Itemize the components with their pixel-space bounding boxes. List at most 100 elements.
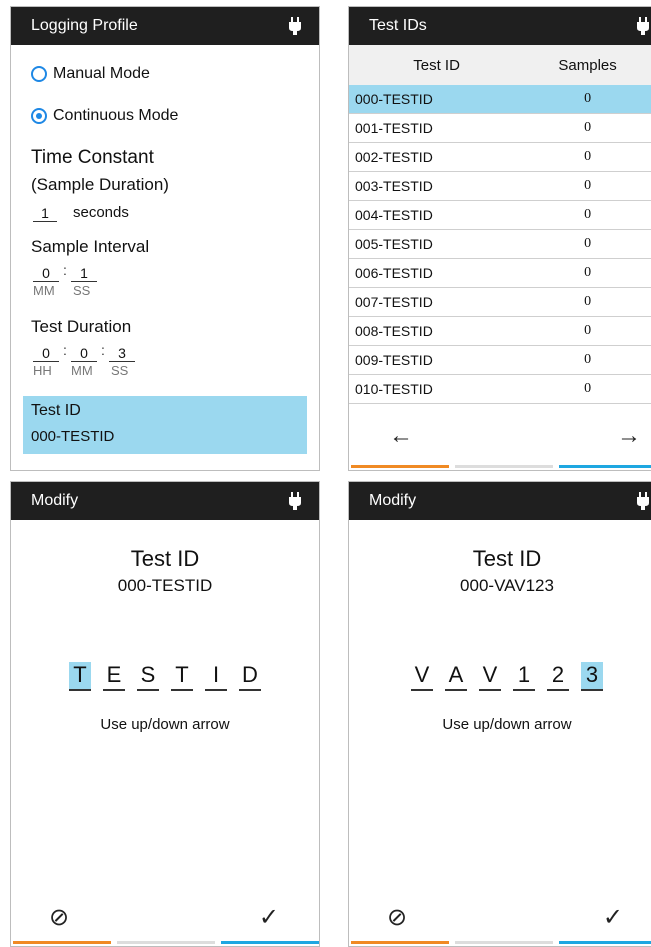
- row-test-id: 000-TESTID: [349, 85, 525, 114]
- row-samples: 0: [524, 287, 651, 317]
- row-test-id: 002-TESTID: [349, 142, 525, 172]
- row-test-id: 005-TESTID: [349, 229, 525, 259]
- character-editor[interactable]: V A V 1 2 3: [349, 662, 651, 691]
- ss-unit-label: SS: [111, 363, 129, 378]
- row-test-id: 004-TESTID: [349, 200, 525, 230]
- test-ids-footer: ← →: [349, 412, 651, 470]
- cancel-icon[interactable]: ⊘: [387, 904, 407, 932]
- logging-profile-titlebar: Logging Profile: [11, 7, 319, 45]
- time-constant-label: Time Constant: [31, 147, 154, 168]
- sample-interval-label: Sample Interval: [31, 237, 150, 256]
- table-row[interactable]: 004-TESTID 0: [349, 200, 651, 230]
- table-row[interactable]: 010-TESTID 0: [349, 374, 651, 404]
- row-test-id: 009-TESTID: [349, 345, 525, 375]
- table-row[interactable]: 000-TESTID 0: [349, 85, 651, 114]
- current-test-id: 000-VAV123: [460, 576, 554, 595]
- row-test-id: 006-TESTID: [349, 258, 525, 288]
- row-samples: 0: [524, 113, 651, 143]
- page-title: Test IDs: [369, 17, 427, 34]
- test-duration-mm-field[interactable]: 0: [71, 345, 97, 362]
- char-slot[interactable]: V: [479, 662, 501, 691]
- sample-interval-ss-field[interactable]: 1: [71, 265, 97, 282]
- arrow-left-icon[interactable]: ←: [389, 422, 413, 450]
- table-header-row: Test ID Samples: [349, 45, 651, 85]
- power-plug-icon: [289, 17, 301, 35]
- sample-interval-mm-field[interactable]: 0: [33, 265, 59, 282]
- page-title: Modify: [369, 492, 417, 509]
- page-title: Modify: [31, 492, 79, 509]
- char-slot[interactable]: S: [137, 662, 159, 691]
- char-slot[interactable]: T: [171, 662, 193, 691]
- checkmark-icon[interactable]: ✓: [603, 904, 623, 932]
- footer-right-bar: [221, 941, 319, 944]
- char-slot[interactable]: 2: [547, 662, 569, 691]
- modify-footer: ⊘ ✓: [11, 896, 319, 946]
- table-row[interactable]: 009-TESTID 0: [349, 345, 651, 375]
- modify-heading: Test ID: [472, 546, 542, 571]
- char-slot[interactable]: D: [239, 662, 261, 691]
- time-separator: :: [101, 342, 105, 358]
- row-test-id: 007-TESTID: [349, 287, 525, 317]
- test-ids-titlebar: Test IDs: [349, 7, 651, 45]
- mm-unit-label: MM: [71, 363, 93, 378]
- row-samples: 0: [524, 200, 651, 230]
- row-samples: 0: [524, 229, 651, 259]
- time-separator: :: [63, 342, 67, 358]
- test-ids-table: Test ID Samples 000-TESTID 0 001-TESTID 0 …: [349, 45, 651, 433]
- table-row[interactable]: 005-TESTID 0: [349, 229, 651, 259]
- table-row[interactable]: 006-TESTID 0: [349, 258, 651, 288]
- footer-right-bar: [559, 941, 651, 944]
- arrow-right-icon[interactable]: →: [617, 422, 641, 450]
- footer-middle-bar: [117, 941, 215, 944]
- table-row[interactable]: 001-TESTID 0: [349, 113, 651, 143]
- time-constant-field[interactable]: 1: [33, 205, 57, 222]
- table-row[interactable]: 008-TESTID 0: [349, 316, 651, 346]
- current-test-id: 000-TESTID: [117, 576, 213, 595]
- radio-selected-icon[interactable]: [31, 108, 47, 124]
- checkmark-icon[interactable]: ✓: [259, 904, 279, 932]
- footer-middle-bar: [455, 465, 553, 468]
- table-row[interactable]: 003-TESTID 0: [349, 171, 651, 201]
- test-id-selector[interactable]: Test ID 000-TESTID: [23, 396, 307, 454]
- time-constant-unit: seconds: [73, 204, 129, 221]
- ss-unit-label: SS: [73, 283, 91, 298]
- logging-profile-panel: Logging Profile Manual Mode Continuous M…: [10, 6, 320, 471]
- char-slot[interactable]: I: [205, 662, 227, 691]
- continuous-mode-radio[interactable]: Continuous Mode: [31, 107, 178, 125]
- modify-footer: ⊘ ✓: [349, 896, 651, 946]
- cancel-icon[interactable]: ⊘: [49, 904, 69, 932]
- char-slot[interactable]: E: [103, 662, 125, 691]
- row-samples: 0: [524, 85, 651, 114]
- footer-left-bar: [351, 465, 449, 468]
- table-row[interactable]: 007-TESTID 0: [349, 287, 651, 317]
- radio-unselected-icon[interactable]: [31, 66, 47, 82]
- character-editor[interactable]: T E S T I D: [11, 662, 319, 691]
- hh-unit-label: HH: [33, 363, 52, 378]
- char-slot[interactable]: A: [445, 662, 467, 691]
- char-slot[interactable]: T: [69, 662, 91, 691]
- row-samples: 0: [524, 258, 651, 288]
- char-slot[interactable]: 1: [513, 662, 535, 691]
- test-ids-panel: Test IDs Test ID Samples 000-TESTID 0 001…: [348, 6, 651, 471]
- test-duration-label: Test Duration: [31, 317, 132, 336]
- footer-left-bar: [351, 941, 449, 944]
- footer-right-bar: [559, 465, 651, 468]
- table-row[interactable]: 002-TESTID 0: [349, 142, 651, 172]
- power-plug-icon: [637, 17, 649, 35]
- sample-duration-label: (Sample Duration): [31, 175, 169, 194]
- modify-heading: Test ID: [130, 546, 200, 571]
- test-id-label: Test ID: [31, 402, 81, 419]
- test-id-value: 000-TESTID: [31, 428, 115, 445]
- row-test-id: 008-TESTID: [349, 316, 525, 346]
- row-samples: 0: [524, 345, 651, 375]
- manual-mode-radio[interactable]: Manual Mode: [31, 65, 150, 83]
- char-slot[interactable]: 3: [581, 662, 603, 691]
- test-duration-hh-field[interactable]: 0: [33, 345, 59, 362]
- row-test-id: 010-TESTID: [349, 374, 525, 404]
- char-slot[interactable]: V: [411, 662, 433, 691]
- modify-panel-right: Modify Test ID 000-VAV123 V A V 1 2 3 Us…: [348, 481, 651, 947]
- test-duration-ss-field[interactable]: 3: [109, 345, 135, 362]
- power-plug-icon: [637, 492, 649, 510]
- hint-text: Use up/down arrow: [442, 716, 572, 733]
- row-samples: 0: [524, 374, 651, 404]
